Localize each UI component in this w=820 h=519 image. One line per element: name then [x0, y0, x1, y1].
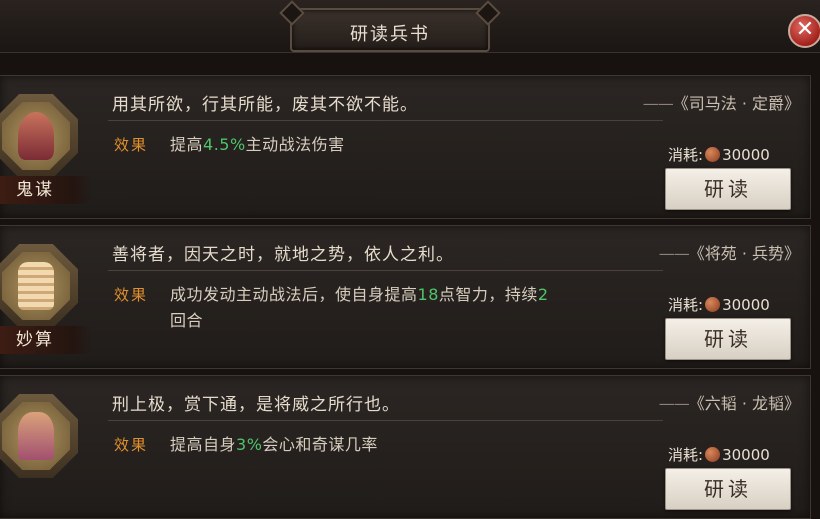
- scroll-icon: [0, 244, 78, 328]
- quote-source: ——《司马法 · 定爵》: [642, 94, 800, 113]
- effect-label: 效果: [114, 286, 149, 304]
- close-button[interactable]: ✕: [788, 14, 820, 48]
- coin-icon: [705, 297, 721, 312]
- coin-icon: [705, 447, 721, 462]
- effect-text: 提高自身3%会心和奇谋几率: [170, 435, 378, 454]
- quote-source: ——《六韬 · 龙韬》: [658, 394, 800, 413]
- skill-name: 妙算: [0, 326, 92, 354]
- book-entry: 刑上极，赏下通，是将威之所行也。 ——《六韬 · 龙韬》 效果 提高自身3%会心…: [0, 375, 811, 519]
- effect-label: 效果: [114, 136, 149, 154]
- quote-text: 善将者，因天之时，就地之势，依人之利。: [112, 245, 454, 265]
- read-button[interactable]: 研读: [665, 468, 791, 510]
- effect-text: 提高4.5%主动战法伤害: [170, 135, 345, 154]
- window-title: 研读兵书: [350, 24, 430, 45]
- title-bar: 研读兵书 ✕: [0, 0, 820, 53]
- skill-name: 鬼谋: [0, 176, 92, 204]
- divider: [108, 270, 663, 271]
- cost-display: 消耗: 30000: [668, 446, 770, 464]
- quote-text: 刑上极，赏下通，是将威之所行也。: [112, 395, 400, 415]
- close-icon: ✕: [795, 17, 815, 42]
- read-button[interactable]: 研读: [665, 318, 791, 360]
- general-figure-icon: [0, 394, 78, 478]
- read-button[interactable]: 研读: [665, 168, 791, 210]
- book-entry: 鬼谋 用其所欲，行其所能，废其不欲不能。 ——《司马法 · 定爵》 效果 提高4…: [0, 75, 811, 219]
- quote-text: 用其所欲，行其所能，废其不欲不能。: [112, 95, 418, 115]
- title-plate: 研读兵书: [290, 8, 490, 52]
- book-entry: 妙算 善将者，因天之时，就地之势，依人之利。 ——《将苑 · 兵势》 效果 成功…: [0, 225, 811, 369]
- effect-text: 成功发动主动战法后，使自身提高18点智力，持续2 回合: [170, 285, 549, 330]
- effect-label: 效果: [114, 436, 149, 454]
- ghost-hand-icon: [0, 94, 78, 178]
- quote-source: ——《将苑 · 兵势》: [658, 244, 800, 263]
- divider: [108, 420, 663, 421]
- cost-display: 消耗: 30000: [668, 296, 770, 314]
- cost-display: 消耗: 30000: [668, 146, 770, 164]
- divider: [108, 120, 663, 121]
- coin-icon: [705, 147, 721, 162]
